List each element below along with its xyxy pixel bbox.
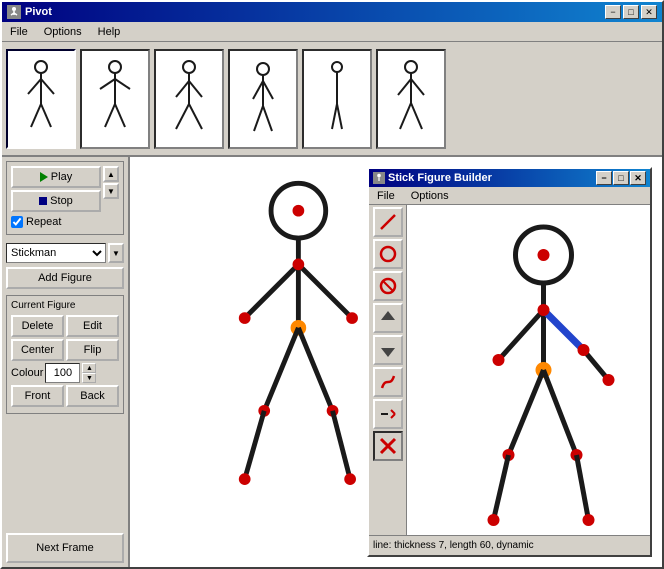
sfb-title: Stick Figure Builder bbox=[388, 172, 492, 184]
stop-icon bbox=[39, 197, 47, 205]
menu-file[interactable]: File bbox=[6, 25, 32, 39]
split-tool-button[interactable] bbox=[373, 399, 403, 429]
scroll-up-button[interactable]: ▲ bbox=[103, 166, 119, 182]
frame-thumb-2[interactable] bbox=[80, 49, 150, 149]
menu-help[interactable]: Help bbox=[94, 25, 125, 39]
frame-thumb-1[interactable] bbox=[6, 49, 76, 149]
app-icon bbox=[7, 5, 21, 19]
sfb-window: Stick Figure Builder − □ ✕ File Options bbox=[367, 167, 652, 557]
stop-button[interactable]: Stop bbox=[11, 190, 101, 212]
maximize-button[interactable]: □ bbox=[623, 5, 639, 19]
title-bar-buttons: − □ ✕ bbox=[605, 5, 657, 19]
front-button[interactable]: Front bbox=[11, 385, 64, 407]
sfb-menu-bar: File Options bbox=[369, 187, 650, 205]
playback-buttons: Play Stop Repeat bbox=[11, 166, 101, 230]
sfb-icon bbox=[373, 172, 385, 184]
main-window: Pivot − □ ✕ File Options Help bbox=[0, 0, 664, 569]
sfb-canvas[interactable] bbox=[407, 205, 650, 535]
add-figure-button[interactable]: Add Figure bbox=[6, 267, 124, 289]
current-figure-label: Current Figure bbox=[11, 300, 119, 311]
sfb-maximize-button[interactable]: □ bbox=[613, 171, 629, 185]
flip-button[interactable]: Flip bbox=[66, 339, 119, 361]
frame-thumb-3[interactable] bbox=[154, 49, 224, 149]
sfb-title-bar: Stick Figure Builder − □ ✕ bbox=[369, 169, 650, 187]
center-flip-row: Center Flip bbox=[11, 339, 119, 361]
scroll-buttons: ▲ ▼ bbox=[103, 166, 119, 199]
center-button[interactable]: Center bbox=[11, 339, 64, 361]
canvas-area[interactable]: Stick Figure Builder − □ ✕ File Options bbox=[130, 157, 662, 567]
circle-tool-button[interactable] bbox=[373, 239, 403, 269]
sfb-title-buttons: − □ ✕ bbox=[596, 171, 646, 185]
close-button[interactable]: ✕ bbox=[641, 5, 657, 19]
repeat-label: Repeat bbox=[26, 216, 61, 228]
play-button[interactable]: Play bbox=[11, 166, 101, 188]
frame-thumb-5[interactable] bbox=[302, 49, 372, 149]
title-bar: Pivot − □ ✕ bbox=[2, 2, 662, 22]
frame-thumb-6[interactable] bbox=[376, 49, 446, 149]
sfb-menu-options[interactable]: Options bbox=[407, 189, 453, 203]
title-bar-left: Pivot bbox=[7, 5, 52, 19]
figure-select-row: Stickman ▼ bbox=[6, 243, 124, 263]
play-icon bbox=[40, 172, 48, 182]
delete-all-tool-button[interactable] bbox=[373, 431, 403, 461]
sfb-canvas-svg bbox=[407, 205, 650, 535]
move-down-tool-button[interactable] bbox=[373, 335, 403, 365]
repeat-checkbox[interactable] bbox=[11, 216, 23, 228]
colour-down-button[interactable]: ▼ bbox=[82, 373, 96, 383]
colour-row: Colour ▲ ▼ bbox=[11, 363, 119, 383]
play-label: Play bbox=[51, 171, 72, 183]
sfb-toolbar bbox=[369, 205, 407, 535]
left-panel: Play Stop Repeat ▲ ▼ bbox=[2, 157, 130, 567]
current-figure-group: Current Figure Delete Edit Center Flip C… bbox=[6, 295, 124, 414]
sfb-menu-file[interactable]: File bbox=[373, 189, 399, 203]
sfb-minimize-button[interactable]: − bbox=[596, 171, 612, 185]
menu-options[interactable]: Options bbox=[40, 25, 86, 39]
sfb-status-text: line: thickness 7, length 60, dynamic bbox=[373, 540, 534, 551]
sfb-content bbox=[369, 205, 650, 535]
move-up-tool-button[interactable] bbox=[373, 303, 403, 333]
colour-input[interactable] bbox=[45, 363, 80, 383]
colour-label: Colour bbox=[11, 367, 43, 379]
minimize-button[interactable]: − bbox=[605, 5, 621, 19]
sfb-title-left: Stick Figure Builder bbox=[373, 172, 492, 184]
delete-button[interactable]: Delete bbox=[11, 315, 64, 337]
main-area: Play Stop Repeat ▲ ▼ bbox=[2, 157, 662, 567]
delete-tool-button[interactable] bbox=[373, 271, 403, 301]
stop-label: Stop bbox=[50, 195, 73, 207]
sfb-close-button[interactable]: ✕ bbox=[630, 171, 646, 185]
frame-strip bbox=[2, 42, 662, 157]
colour-spinner: ▲ ▼ bbox=[82, 363, 96, 383]
menu-bar: File Options Help bbox=[2, 22, 662, 42]
playback-section: Play Stop Repeat ▲ ▼ bbox=[6, 161, 124, 235]
edit-button[interactable]: Edit bbox=[66, 315, 119, 337]
sfb-status: line: thickness 7, length 60, dynamic bbox=[369, 535, 650, 555]
repeat-row: Repeat bbox=[11, 214, 101, 230]
frame-thumb-4[interactable] bbox=[228, 49, 298, 149]
colour-up-button[interactable]: ▲ bbox=[82, 363, 96, 373]
dynamic-tool-button[interactable] bbox=[373, 367, 403, 397]
scroll-down-button[interactable]: ▼ bbox=[103, 183, 119, 199]
figure-select[interactable]: Stickman bbox=[6, 243, 106, 263]
delete-edit-row: Delete Edit bbox=[11, 315, 119, 337]
line-tool-button[interactable] bbox=[373, 207, 403, 237]
window-title: Pivot bbox=[25, 6, 52, 18]
next-frame-button[interactable]: Next Frame bbox=[6, 533, 124, 563]
back-button[interactable]: Back bbox=[66, 385, 119, 407]
figure-dropdown-button[interactable]: ▼ bbox=[108, 243, 124, 263]
front-back-row: Front Back bbox=[11, 385, 119, 407]
